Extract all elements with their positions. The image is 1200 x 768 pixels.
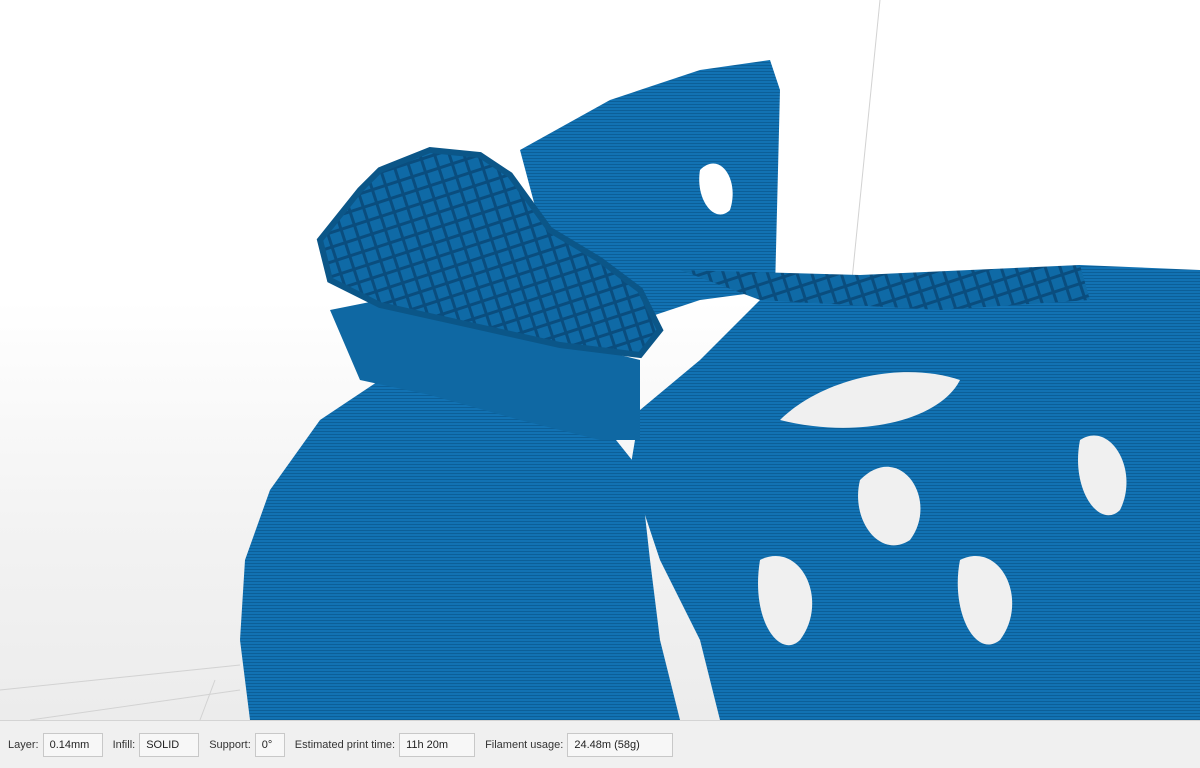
layer-height-field[interactable]: 0.14mm bbox=[42, 732, 103, 757]
filament-usage-label: Filament usage: bbox=[485, 738, 564, 751]
3d-viewport[interactable] bbox=[0, 0, 1200, 720]
print-time-field: 11h 20m bbox=[399, 732, 476, 757]
layer-label: Layer: bbox=[8, 738, 39, 751]
infill-label: Infill: bbox=[112, 738, 136, 751]
print-info-status-bar: Layer: 0.14mm Infill: SOLID Support: 0° … bbox=[0, 720, 1200, 768]
filament-usage-field: 24.48m (58g) bbox=[567, 732, 674, 757]
infill-field[interactable]: SOLID bbox=[139, 732, 200, 757]
sliced-model[interactable] bbox=[240, 60, 1200, 720]
print-time-label: Estimated print time: bbox=[294, 738, 396, 751]
support-angle-field[interactable]: 0° bbox=[254, 732, 285, 757]
wing-top-rim bbox=[680, 265, 1090, 310]
support-label: Support: bbox=[209, 738, 251, 751]
